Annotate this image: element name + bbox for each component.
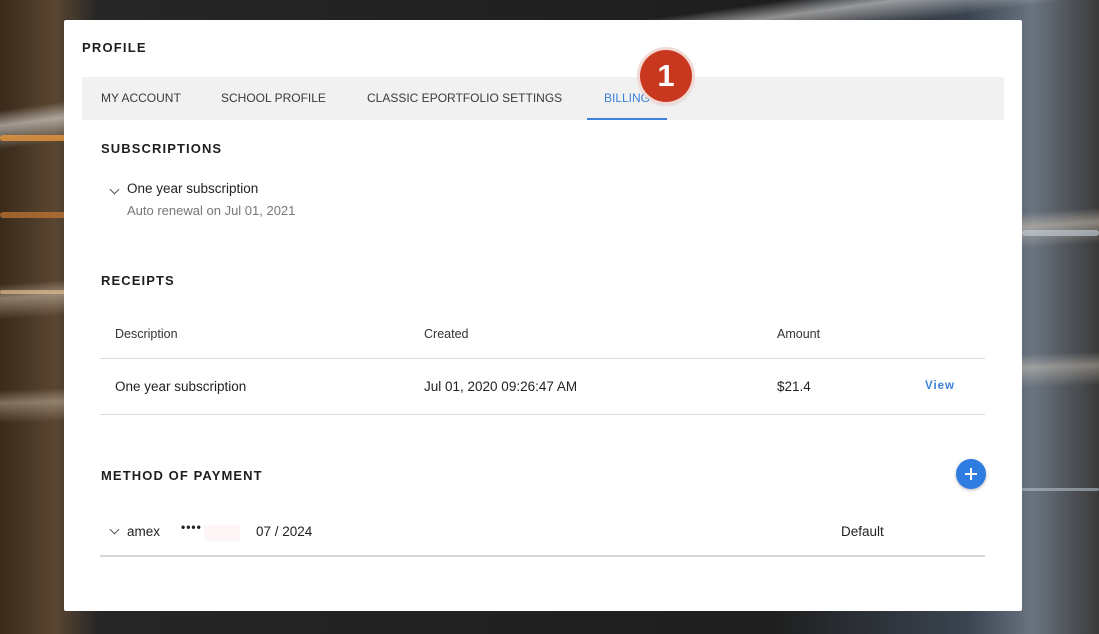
receipt-created: Jul 01, 2020 09:26:47 AM: [424, 379, 578, 394]
column-header-description: Description: [115, 327, 178, 341]
receipt-description: One year subscription: [115, 379, 247, 394]
step-annotation-badge: 1: [640, 50, 692, 102]
tab-bar: MY ACCOUNT SCHOOL PROFILE CLASSIC EPORTF…: [82, 77, 1004, 120]
subscription-renewal: Auto renewal on Jul 01, 2021: [127, 203, 296, 218]
receipt-amount: $21.4: [777, 379, 811, 394]
card-brand: amex: [127, 524, 161, 539]
background-light-streak: [1022, 488, 1099, 491]
add-payment-method-button[interactable]: [956, 459, 986, 489]
subscription-name: One year subscription: [127, 181, 259, 196]
table-divider: [100, 414, 985, 415]
redacted-card-digits: [204, 525, 240, 541]
background-light-streak: [0, 212, 70, 218]
chevron-down-icon[interactable]: [109, 524, 120, 535]
background-light-streak: [1022, 230, 1099, 236]
payment-divider: [100, 555, 985, 557]
tab-my-account[interactable]: MY ACCOUNT: [101, 77, 181, 120]
card-number-masked: ••••: [181, 520, 202, 534]
page-title: PROFILE: [82, 40, 147, 55]
tab-classic-eportfolio-settings[interactable]: CLASSIC EPORTFOLIO SETTINGS: [367, 77, 562, 120]
table-divider: [100, 358, 985, 359]
column-header-amount: Amount: [777, 327, 821, 341]
profile-card: PROFILE MY ACCOUNT SCHOOL PROFILE CLASSI…: [64, 20, 1022, 611]
background-light-streak: [0, 135, 70, 141]
card-expiry: 07 / 2024: [256, 524, 313, 539]
column-header-created: Created: [424, 327, 469, 341]
default-status: Default: [841, 524, 884, 539]
background-light-streak: [0, 290, 70, 294]
receipts-heading: RECEIPTS: [101, 273, 175, 288]
tab-school-profile[interactable]: SCHOOL PROFILE: [221, 77, 326, 120]
view-receipt-link[interactable]: View: [925, 380, 955, 392]
payment-heading: METHOD OF PAYMENT: [101, 468, 263, 483]
chevron-down-icon[interactable]: [109, 184, 120, 195]
subscriptions-heading: SUBSCRIPTIONS: [101, 141, 223, 156]
